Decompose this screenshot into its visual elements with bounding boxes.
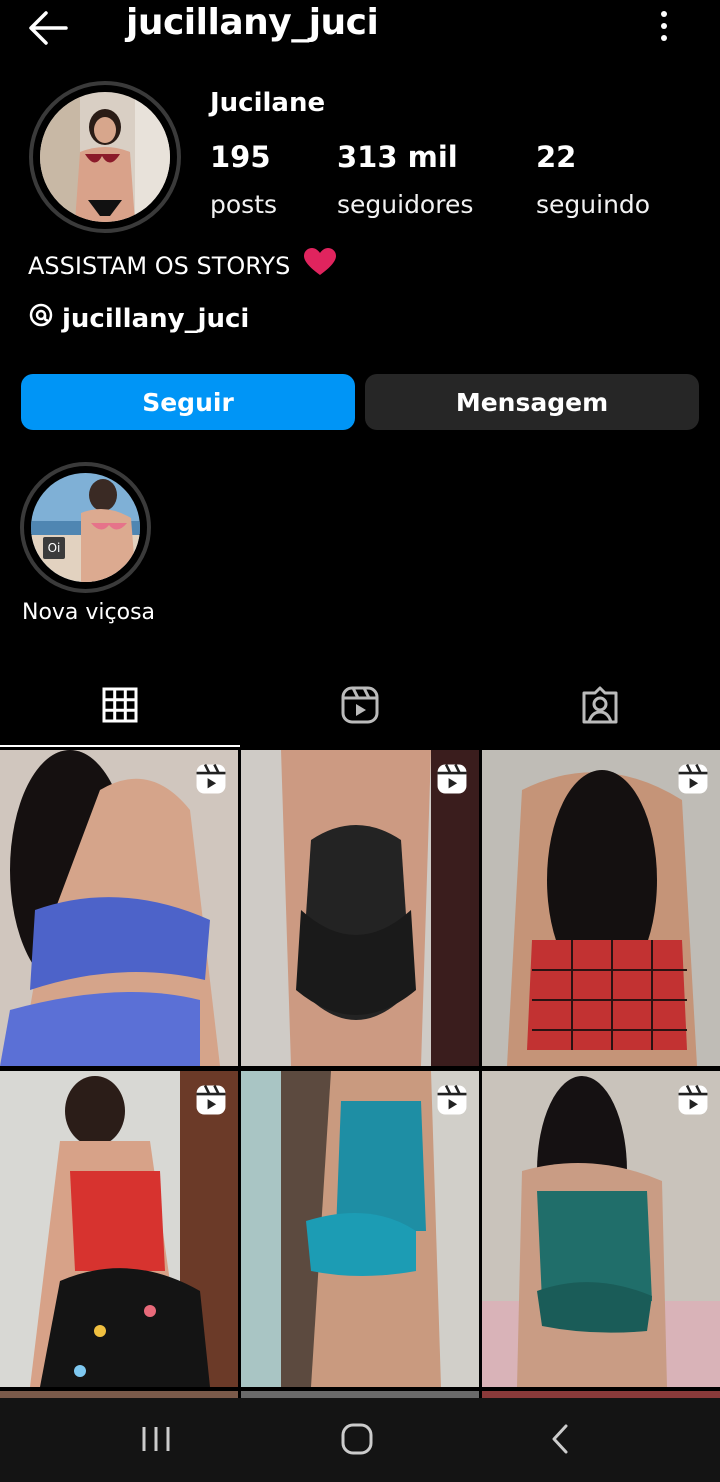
grid-post[interactable] (0, 750, 238, 1066)
bio: ASSISTAM OS STORYS (28, 248, 336, 282)
highlight-label[interactable]: Nova viçosa (22, 600, 162, 625)
system-navigation-bar (0, 1398, 720, 1482)
threads-icon (28, 302, 54, 335)
followers-count[interactable]: 313 mil (337, 140, 458, 174)
home-icon[interactable] (340, 1422, 374, 1460)
profile-username: jucillany_juci (126, 2, 379, 43)
bio-text: ASSISTAM OS STORYS (28, 252, 291, 280)
reels-icon (435, 1083, 469, 1117)
recent-apps-icon[interactable] (140, 1424, 172, 1458)
following-label[interactable]: seguindo (536, 190, 650, 219)
reels-icon[interactable] (340, 685, 380, 725)
back-nav-icon[interactable] (548, 1422, 572, 1460)
threads-link[interactable]: jucillany_juci (28, 302, 249, 335)
threads-handle: jucillany_juci (62, 303, 250, 334)
profile-full-name: Jucilane (210, 88, 326, 118)
highlight-badge: Oi (43, 537, 65, 559)
reels-icon (194, 762, 228, 796)
grid-post[interactable] (482, 1071, 720, 1387)
posts-label[interactable]: posts (210, 190, 277, 219)
grid-post[interactable] (241, 1071, 479, 1387)
reels-icon (435, 762, 469, 796)
followers-label[interactable]: seguidores (337, 190, 473, 219)
grid-post-partial (0, 1391, 238, 1398)
grid-post-partial (241, 1391, 479, 1398)
grid-icon[interactable] (100, 685, 140, 725)
grid-post[interactable] (482, 750, 720, 1066)
tagged-icon[interactable] (580, 685, 620, 725)
message-button[interactable]: Mensagem (365, 374, 699, 430)
back-arrow-icon[interactable] (26, 8, 70, 48)
grid-post-partial (482, 1391, 720, 1398)
grid-post[interactable] (241, 750, 479, 1066)
reels-icon (676, 762, 710, 796)
avatar[interactable] (40, 92, 170, 222)
posts-count[interactable]: 195 (210, 140, 271, 174)
more-options-icon[interactable] (654, 10, 674, 42)
active-tab-indicator (0, 745, 240, 747)
follow-button[interactable]: Seguir (21, 374, 355, 430)
grid-post[interactable] (0, 1071, 238, 1387)
highlight-cover[interactable] (31, 473, 140, 582)
reels-icon (676, 1083, 710, 1117)
heart-icon (303, 248, 336, 282)
following-count[interactable]: 22 (536, 140, 576, 174)
reels-icon (194, 1083, 228, 1117)
